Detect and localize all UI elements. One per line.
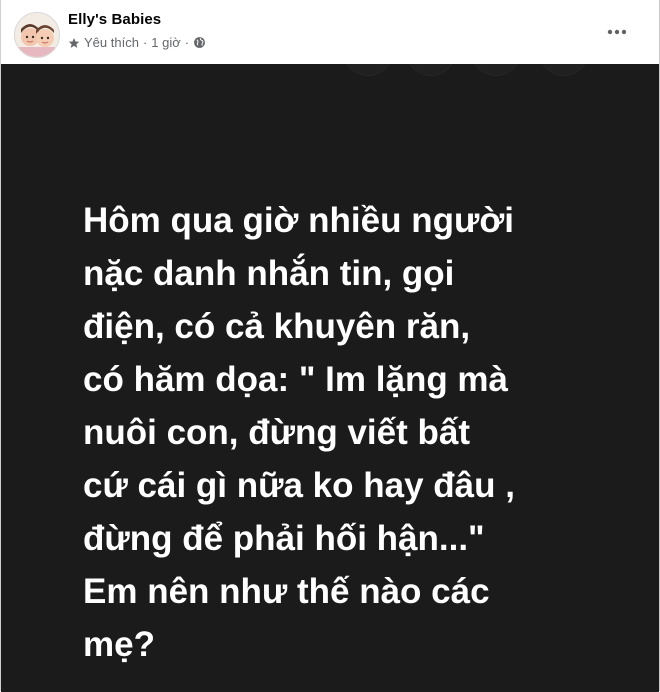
post-header: Elly's Babies Yêu thích · 1 giờ · <box>1 0 659 64</box>
avatar[interactable] <box>14 12 60 58</box>
faint-circle-decoration <box>343 64 393 76</box>
globe-icon[interactable] <box>193 36 206 49</box>
image-text-line: điện, có cả khuyên răn, <box>83 307 471 346</box>
image-text-line: đừng để phải hối hận..." <box>83 519 485 558</box>
image-text-line: Em nên như thế nào các <box>83 572 490 611</box>
faint-circle-decoration <box>539 64 589 76</box>
meta-separator: · <box>142 35 148 50</box>
post-image[interactable]: Hôm qua giờ nhiều người nặc danh nhắn ti… <box>1 64 659 692</box>
more-options-button[interactable] <box>599 14 635 50</box>
image-text-line: mẹ? <box>83 625 155 664</box>
page-name[interactable]: Elly's Babies <box>68 11 161 28</box>
image-text-line: nặc danh nhắn tin, gọi <box>83 254 455 293</box>
meta-separator-2: · <box>184 35 190 50</box>
image-text-line: cứ cái gì nữa ko hay đâu , <box>83 466 515 505</box>
post-time[interactable]: 1 giờ <box>151 35 181 50</box>
star-icon <box>68 37 80 49</box>
babies-avatar-image <box>15 13 59 57</box>
image-text-line: có hăm dọa: " Im lặng mà <box>83 360 509 399</box>
favorite-label[interactable]: Yêu thích <box>84 35 139 50</box>
image-text: Hôm qua giờ nhiều người nặc danh nhắn ti… <box>83 194 603 671</box>
faint-circle-decoration <box>471 64 521 76</box>
image-text-line: nuôi con, đừng viết bất <box>83 413 470 452</box>
post-meta: Yêu thích · 1 giờ · <box>68 35 206 50</box>
faint-circle-decoration <box>406 64 456 76</box>
image-text-line: Hôm qua giờ nhiều người <box>83 201 514 240</box>
post-card: Elly's Babies Yêu thích · 1 giờ · Hôm qu… <box>0 0 660 692</box>
more-icon <box>607 29 627 35</box>
